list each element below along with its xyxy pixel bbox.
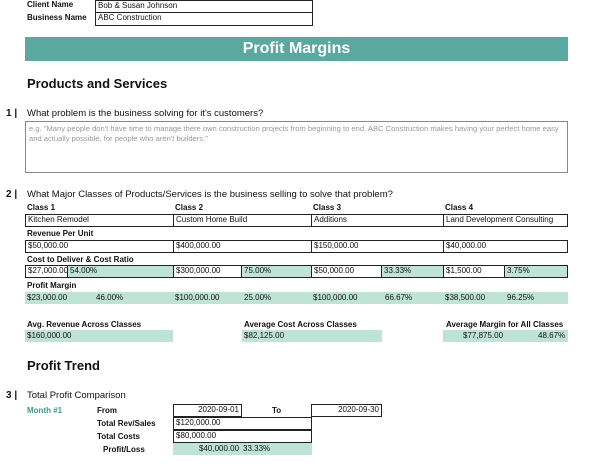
- class-1-revenue-field[interactable]: $50,000.00: [25, 240, 174, 253]
- question-2-number: 2 |: [6, 189, 18, 200]
- business-name-field[interactable]: ABC Construction: [95, 12, 313, 26]
- client-name-label: Client Name: [27, 0, 74, 9]
- products-section-heading: Products and Services: [27, 76, 168, 91]
- total-rev-field[interactable]: $120,000.00: [173, 417, 312, 430]
- class-2-cost-ratio: 75.00%: [241, 265, 312, 278]
- class-2-revenue-field[interactable]: $400,000.00: [173, 240, 312, 253]
- avg-revenue-label: Avg. Revenue Across Classes: [27, 320, 142, 329]
- class-4-cost-ratio: 3.75%: [504, 265, 568, 278]
- from-date-field[interactable]: 2020-09-01: [173, 404, 242, 417]
- question-3-text: Total Profit Comparison: [27, 390, 126, 401]
- class-1-margin-pct: 46.00%: [96, 293, 124, 302]
- class-3-cost-ratio: 33.33%: [381, 265, 444, 278]
- profit-loss-pct: 33.33%: [243, 444, 271, 453]
- business-name-label: Business Name: [27, 13, 87, 22]
- question-1-text: What problem is the business solving for…: [27, 108, 264, 119]
- to-date-field[interactable]: 2020-09-30: [311, 404, 382, 417]
- profit-trend-heading: Profit Trend: [27, 358, 100, 373]
- class-2-margin: $100,000.00: [175, 293, 220, 302]
- profit-loss-value: $40,000.00: [199, 444, 240, 453]
- month-1-label: Month #1: [27, 406, 63, 415]
- avg-cost-value: $82,125.00: [244, 331, 285, 340]
- class-2-margin-pct: 25.00%: [244, 293, 272, 302]
- class-1-cost-field[interactable]: $27,000.00: [25, 265, 68, 278]
- profit-margin-label: Profit Margin: [27, 281, 77, 290]
- total-rev-label: Total Rev/Sales: [97, 419, 156, 428]
- class-1-margin: $23,000.00: [27, 293, 68, 302]
- to-label: To: [272, 406, 282, 415]
- revenue-per-unit-label: Revenue Per Unit: [27, 229, 94, 238]
- cost-ratio-label: Cost to Deliver & Cost Ratio: [27, 255, 134, 264]
- total-costs-label: Total Costs: [97, 432, 140, 441]
- page-title-banner: Profit Margins: [25, 37, 568, 61]
- class-4-margin-pct: 96.25%: [507, 293, 535, 302]
- total-costs-field[interactable]: $80,000.00: [173, 430, 312, 443]
- class-3-name-field[interactable]: Additions: [311, 214, 444, 227]
- avg-margin-pct: 48.67%: [538, 331, 566, 340]
- class-3-cost-field[interactable]: $50,000.00: [311, 265, 382, 278]
- class-4-cost-field[interactable]: $1,500.00: [443, 265, 505, 278]
- avg-revenue-value: $160,000.00: [27, 331, 72, 340]
- avg-margin-value: $77,875.00: [463, 331, 504, 340]
- class-4-margin: $38,500.00: [445, 293, 486, 302]
- class-1-cost-ratio: 54.00%: [67, 265, 174, 278]
- class-3-revenue-field[interactable]: $150,000.00: [311, 240, 444, 253]
- class-3-margin: $100,000.00: [313, 293, 358, 302]
- question-1-number: 1 |: [6, 108, 18, 119]
- class-2-cost-field[interactable]: $300,000.00: [173, 265, 242, 278]
- class-4-revenue-field[interactable]: $40,000.00: [443, 240, 568, 253]
- class-2-header: Class 2: [175, 203, 204, 212]
- class-1-header: Class 1: [27, 203, 56, 212]
- avg-margin-label: Average Margin for All Classes: [446, 320, 564, 329]
- avg-cost-label: Average Cost Across Classes: [244, 320, 357, 329]
- from-label: From: [97, 406, 117, 415]
- class-2-name-field[interactable]: Custom Home Build: [173, 214, 312, 227]
- question-2-text: What Major Classes of Products/Services …: [27, 189, 393, 200]
- class-1-name-field[interactable]: Kitchen Remodel: [25, 214, 174, 227]
- question-3-number: 3 |: [6, 390, 18, 401]
- class-3-margin-pct: 66.67%: [385, 293, 413, 302]
- class-3-header: Class 3: [313, 203, 342, 212]
- class-4-name-field[interactable]: Land Development Consulting: [443, 214, 568, 227]
- problem-answer-textarea[interactable]: e.g. "Many people don't have time to man…: [25, 121, 568, 173]
- class-4-header: Class 4: [445, 203, 474, 212]
- profit-loss-label: Profit/Loss: [103, 445, 145, 454]
